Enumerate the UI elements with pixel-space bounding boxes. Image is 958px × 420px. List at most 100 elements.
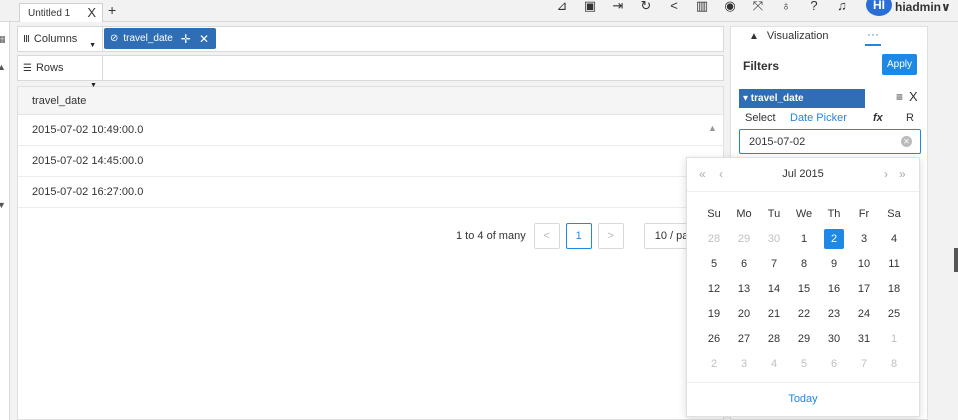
table-row[interactable]: 2015-07-02 14:45:00.0	[18, 146, 723, 177]
calendar-day[interactable]: 16	[819, 277, 849, 302]
columns-shelf[interactable]: Ⅲ Columns ▼ ⊘ travel_date ✛ ✕	[17, 26, 724, 52]
calendar-day[interactable]: 6	[819, 352, 849, 377]
preview-icon[interactable]: ◉	[716, 0, 744, 18]
today-button[interactable]: Today	[687, 382, 919, 416]
calendar-day[interactable]: 10	[849, 252, 879, 277]
calendar-day[interactable]: 2	[699, 352, 729, 377]
fullscreen-icon[interactable]: ⤧	[744, 0, 772, 18]
calendar-day[interactable]: 23	[819, 302, 849, 327]
calendar-day[interactable]: 18	[879, 277, 909, 302]
calendar-day[interactable]: 13	[729, 277, 759, 302]
tab-more[interactable]: ···	[865, 28, 881, 46]
calendar-week: 2345678	[699, 352, 909, 377]
tab-select[interactable]: Select	[745, 112, 776, 124]
table-row[interactable]: 2015-07-02 10:49:00.0	[18, 115, 723, 146]
calendar-day[interactable]: 8	[789, 252, 819, 277]
calendar-day[interactable]: 15	[789, 277, 819, 302]
share-icon[interactable]: <	[660, 0, 688, 18]
calendar-day[interactable]: 20	[729, 302, 759, 327]
calendar-day[interactable]: 12	[699, 277, 729, 302]
calendar-day[interactable]: 28	[699, 227, 729, 252]
table-header[interactable]: ▼ travel_date	[18, 82, 723, 115]
scroll-down-icon[interactable]: ▼	[0, 200, 6, 210]
scroll-up-icon[interactable]: ▲	[0, 62, 6, 72]
filter-close-icon[interactable]: X	[909, 89, 918, 104]
avatar[interactable]: HI	[866, 0, 892, 16]
tab-visualization[interactable]: ▲ Visualization	[749, 30, 828, 42]
calendar-day[interactable]: 24	[849, 302, 879, 327]
export-icon[interactable]: ⇥	[604, 0, 632, 18]
calendar-day[interactable]: 4	[759, 352, 789, 377]
caret-down-icon[interactable]: ▼	[90, 82, 97, 89]
calendar-week: 12 13 14 15 16 17 18	[699, 277, 909, 302]
rows-shelf-label: ☰ Rows	[18, 56, 103, 80]
next-page-button[interactable]: >	[597, 223, 624, 249]
pagination: 1 to 4 of many < 1 > 10 / page	[456, 223, 704, 249]
bell-icon[interactable]: ♫	[828, 0, 856, 18]
calendar-day[interactable]: 29	[729, 227, 759, 252]
lightbulb-icon[interactable]: ♁	[772, 0, 800, 18]
add-tab-icon[interactable]: +	[108, 2, 116, 18]
calendar-day[interactable]: 7	[759, 252, 789, 277]
calendar-day[interactable]: 21	[759, 302, 789, 327]
next-year-icon[interactable]: »	[899, 167, 906, 181]
menu-icon[interactable]: ≡	[896, 90, 903, 104]
calendar-day[interactable]: 30	[759, 227, 789, 252]
calendar-day[interactable]: 26	[699, 327, 729, 352]
date-input[interactable]: 2015-07-02 ✕	[739, 129, 921, 154]
tab-untitled-1[interactable]: Untitled 1 X	[19, 3, 103, 22]
calendar-day[interactable]: 1	[789, 227, 819, 252]
selected-day[interactable]: 2	[824, 229, 844, 249]
calendar-day[interactable]: 8	[879, 352, 909, 377]
page-1-button[interactable]: 1	[565, 223, 592, 249]
scrollbar-thumb[interactable]	[954, 248, 958, 272]
calendar-day[interactable]: 4	[879, 227, 909, 252]
save-icon[interactable]: ▣	[576, 0, 604, 18]
calendar-day[interactable]: 19	[699, 302, 729, 327]
calendar-day[interactable]: 1	[879, 327, 909, 352]
calendar-day[interactable]: 5	[789, 352, 819, 377]
chart-icon[interactable]: ⊿	[548, 0, 576, 18]
prev-page-button[interactable]: <	[533, 223, 560, 249]
calendar-day[interactable]: 29	[789, 327, 819, 352]
calendar-day[interactable]: 14	[759, 277, 789, 302]
tab-date-picker[interactable]: Date Picker	[790, 112, 847, 124]
calendar-day[interactable]: 3	[729, 352, 759, 377]
tab-close-icon[interactable]: X	[87, 5, 96, 20]
calendar-day[interactable]: 30	[819, 327, 849, 352]
table-row[interactable]: 2015-07-02 16:27:00.0	[18, 177, 723, 208]
calendar-day[interactable]: 2	[819, 227, 849, 252]
calendar-day[interactable]: 17	[849, 277, 879, 302]
grid-icon[interactable]: ▦	[0, 34, 6, 45]
calendar-day[interactable]: 5	[699, 252, 729, 277]
apply-button[interactable]: Apply	[882, 54, 917, 75]
calendar-day[interactable]: 31	[849, 327, 879, 352]
refresh-icon[interactable]: ↻	[632, 0, 660, 18]
calendar-day[interactable]: 11	[879, 252, 909, 277]
layout-icon[interactable]: ▥	[688, 0, 716, 18]
clear-icon[interactable]: ✕	[901, 136, 912, 147]
filter-travel-date[interactable]: ▾ travel_date	[739, 89, 865, 108]
calendar-day[interactable]: 28	[759, 327, 789, 352]
calendar-day[interactable]: 3	[849, 227, 879, 252]
calendar-day[interactable]: 9	[819, 252, 849, 277]
tab-fx[interactable]: fx	[873, 112, 883, 124]
calendar-day[interactable]: 7	[849, 352, 879, 377]
next-month-icon[interactable]: ›	[884, 167, 888, 181]
caret-down-icon[interactable]: ▼	[89, 42, 96, 49]
calendar-day[interactable]: 27	[729, 327, 759, 352]
rows-icon: ☰	[23, 62, 32, 74]
drag-handle-icon[interactable]: ✛	[181, 32, 191, 46]
calendar-day[interactable]: 6	[729, 252, 759, 277]
calendar-week: 26 27 28 29 30 31 1	[699, 327, 909, 352]
tab-r[interactable]: R	[906, 112, 914, 124]
help-icon[interactable]: ?	[800, 0, 828, 18]
column-pill-travel-date[interactable]: ⊘ travel_date ✛ ✕	[104, 28, 216, 49]
username-menu[interactable]: hiadmin∨	[895, 0, 951, 14]
rows-shelf[interactable]: ☰ Rows	[17, 55, 724, 81]
scroll-up-icon[interactable]: ▲	[708, 123, 717, 133]
calendar-day[interactable]: 25	[879, 302, 909, 327]
pill-close-icon[interactable]: ✕	[199, 32, 209, 46]
column-header-travel-date[interactable]: travel_date	[32, 95, 86, 107]
calendar-day[interactable]: 22	[789, 302, 819, 327]
